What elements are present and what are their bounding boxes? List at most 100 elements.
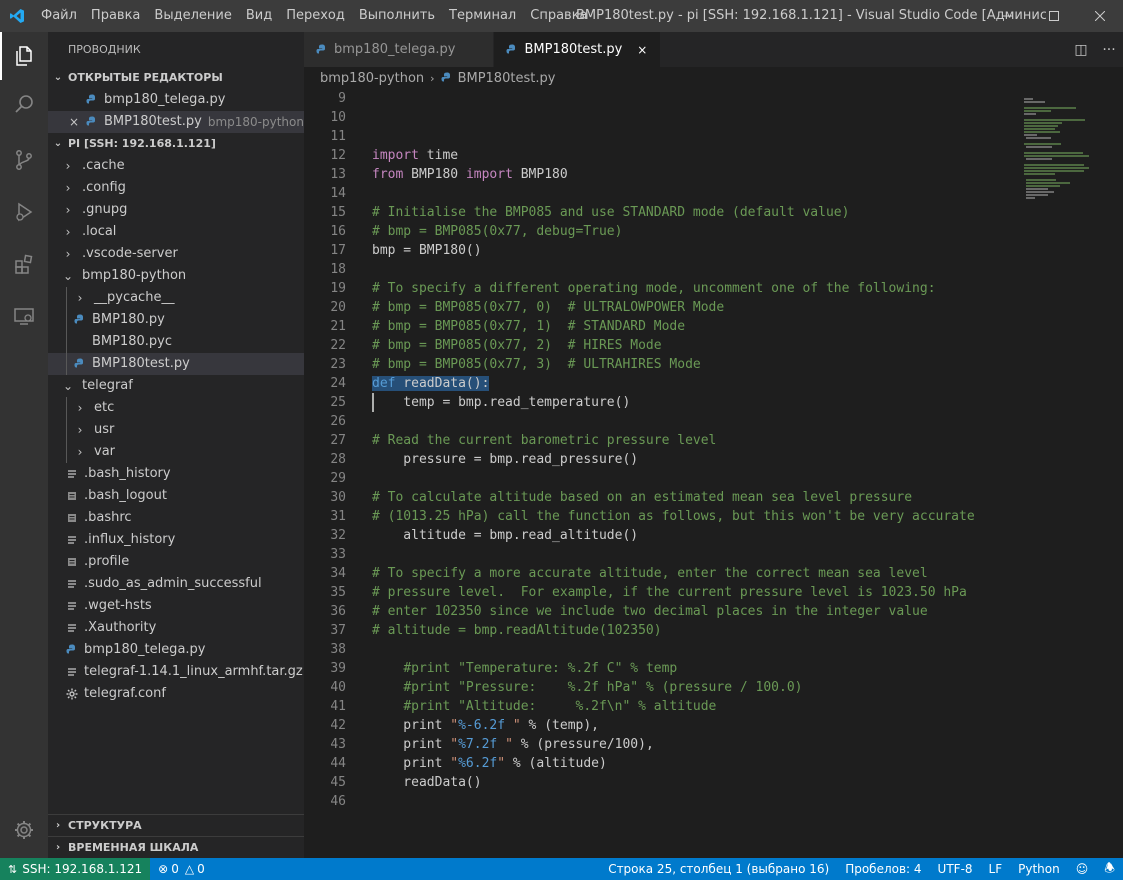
code-line[interactable]: 46 [304,792,1024,811]
code-line[interactable]: 9 [304,89,1024,108]
tab-bmp180test[interactable]: BMP180test.py × [494,32,662,67]
code-line[interactable]: 37 # altitude = bmp.readAltitude(102350) [304,621,1024,640]
code-line[interactable]: 29 [304,469,1024,488]
code-line[interactable]: 36 # enter 102350 since we include two de… [304,602,1024,621]
menu-view[interactable]: Вид [239,0,279,32]
tree-item-config[interactable]: › .config [48,177,304,199]
tab-bmp180-telega[interactable]: bmp180_telega.py [304,32,495,67]
encoding[interactable]: UTF-8 [930,858,981,880]
tree-item-bashrc[interactable]: .bashrc [48,507,304,529]
cursor-position[interactable]: Строка 25, столбец 1 (выбрано 16) [600,858,837,880]
tree-item-vscode-server[interactable]: › .vscode-server [48,243,304,265]
indentation[interactable]: Пробелов: 4 [837,858,929,880]
minimap[interactable] [1020,89,1110,209]
code-line[interactable]: 11 [304,127,1024,146]
tree-item-influx-history[interactable]: .influx_history [48,529,304,551]
code-line[interactable]: 30 # To calculate altitude based on an es… [304,488,1024,507]
menu-file[interactable]: Файл [34,0,84,32]
code-editor[interactable]: 9 10 11 12 import time 13 from BMP180 import B… [304,89,1123,858]
split-editor-icon[interactable]: ◫ [1067,42,1095,58]
code-line[interactable]: 27 # Read the current barometric pressure… [304,431,1024,450]
code-line[interactable]: 31 # (1013.25 hPa) call the function as f… [304,507,1024,526]
code-line[interactable]: 28 pressure = bmp.read_pressure() [304,450,1024,469]
tree-item-bmp180test-py[interactable]: BMP180test.py [48,353,304,375]
tree-item-bash-history[interactable]: .bash_history [48,463,304,485]
tree-item-bash-logout[interactable]: .bash_logout [48,485,304,507]
menu-selection[interactable]: Выделение [147,0,238,32]
search-button[interactable] [0,80,48,128]
open-editor-item-active[interactable]: × BMP180test.py bmp180-python [48,111,304,133]
code-line[interactable]: 17 bmp = BMP180() [304,241,1024,260]
code-line[interactable]: 45 readData() [304,773,1024,792]
tree-item-telegraf[interactable]: ⌄ telegraf [48,375,304,397]
remote-explorer-button[interactable] [0,292,48,340]
tree-item-profile[interactable]: .profile [48,551,304,573]
code-line[interactable]: 26 [304,412,1024,431]
code-line[interactable]: 22 # bmp = BMP085(0x77, 2) # HIRES Mode [304,336,1024,355]
code-line[interactable]: 44 print "%6.2f" % (altitude) [304,754,1024,773]
settings-button[interactable] [0,806,48,854]
code-line[interactable]: 34 # To specify a more accurate altitude,… [304,564,1024,583]
code-line[interactable]: 19 # To specify a different operating mod… [304,279,1024,298]
code-line[interactable]: 16 # bmp = BMP085(0x77, debug=True) [304,222,1024,241]
code-line[interactable]: 20 # bmp = BMP085(0x77, 0) # ULTRALOWPOWE… [304,298,1024,317]
breadcrumb-file[interactable]: BMP180test.py [458,71,556,86]
breadcrumb-folder[interactable]: bmp180-python [320,71,424,86]
menu-edit[interactable]: Правка [84,0,147,32]
code-line[interactable]: 23 # bmp = BMP085(0x77, 3) # ULTRAHIRES M… [304,355,1024,374]
maximize-button[interactable] [1031,0,1077,32]
code-line[interactable]: 13 from BMP180 import BMP180 [304,165,1024,184]
code-line[interactable]: 39 #print "Temperature: %.2f C" % temp [304,659,1024,678]
open-editors-section[interactable]: ⌄ ОТКРЫТЫЕ РЕДАКТОРЫ [48,67,304,89]
code-line[interactable]: 42 print "%-6.2f " % (temp), [304,716,1024,735]
tree-item-cache[interactable]: › .cache [48,155,304,177]
tree-item-telegraf-1-14-1-linux-armhf-tar-gz[interactable]: telegraf-1.14.1_linux_armhf.tar.gz [48,661,304,683]
code-line[interactable]: 40 #print "Pressure: %.2f hPa" % (pressu… [304,678,1024,697]
code-line[interactable]: 10 [304,108,1024,127]
language-mode[interactable]: Python [1010,858,1068,880]
notifications-icon[interactable]: 🕭 [1096,858,1123,880]
code-line[interactable]: 15 # Initialise the BMP085 and use STANDA… [304,203,1024,222]
code-line[interactable]: 25 temp = bmp.read_temperature() [304,393,1024,412]
extensions-button[interactable] [0,240,48,288]
code-line[interactable]: 33 [304,545,1024,564]
code-line[interactable]: 21 # bmp = BMP085(0x77, 1) # STANDARD Mod… [304,317,1024,336]
open-editor-item[interactable]: bmp180_telega.py [48,89,304,111]
remote-indicator[interactable]: ⇅ SSH: 192.168.1.121 [0,858,151,880]
tree-item-bmp180-telega-py[interactable]: bmp180_telega.py [48,639,304,661]
explorer-button[interactable] [0,32,48,80]
menu-run[interactable]: Выполнить [352,0,442,32]
tree-item-var[interactable]: › var [48,441,304,463]
tree-item-pycache[interactable]: › __pycache__ [48,287,304,309]
code-line[interactable]: 41 #print "Altitude: %.2f\n" % altitude [304,697,1024,716]
source-control-button[interactable] [0,136,48,184]
code-line[interactable]: 38 [304,640,1024,659]
tree-item-telegraf-conf[interactable]: telegraf.conf [48,683,304,705]
tree-item-etc[interactable]: › etc [48,397,304,419]
menu-go[interactable]: Переход [279,0,352,32]
tree-item-usr[interactable]: › usr [48,419,304,441]
tree-item-local[interactable]: › .local [48,221,304,243]
code-line[interactable]: 12 import time [304,146,1024,165]
close-icon[interactable]: × [634,43,650,57]
code-line[interactable]: 32 altitude = bmp.read_altitude() [304,526,1024,545]
code-line[interactable]: 35 # pressure level. For example, if the … [304,583,1024,602]
close-icon[interactable]: × [66,111,82,133]
close-window-button[interactable] [1077,0,1123,32]
tree-item-bmp180-pyc[interactable]: BMP180.pyc [48,331,304,353]
code-line[interactable]: 24 def readData(): [304,374,1024,393]
run-debug-button[interactable] [0,188,48,236]
code-line[interactable]: 14 [304,184,1024,203]
tree-item-bmp180-py[interactable]: BMP180.py [48,309,304,331]
tree-item-bmp180-python[interactable]: ⌄ bmp180-python [48,265,304,287]
minimize-button[interactable] [985,0,1031,32]
feedback-icon[interactable]: ☺ [1068,858,1097,880]
menu-terminal[interactable]: Терминал [442,0,523,32]
code-line[interactable]: 18 [304,260,1024,279]
problems-indicator[interactable]: ⊗ 0 △ 0 [150,858,213,880]
tree-item-xauthority[interactable]: .Xauthority [48,617,304,639]
workspace-section[interactable]: ⌄ PI [SSH: 192.168.1.121] [48,133,304,155]
tree-item-gnupg[interactable]: › .gnupg [48,199,304,221]
outline-section[interactable]: › СТРУКТУРА [48,814,304,836]
end-of-line[interactable]: LF [981,858,1011,880]
